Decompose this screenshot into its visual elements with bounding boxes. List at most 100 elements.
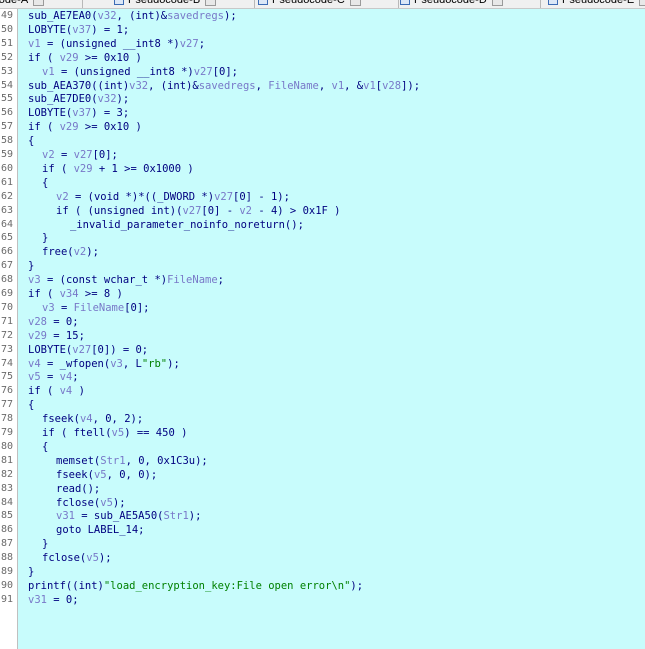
line-number: 62	[1, 191, 14, 202]
code-line[interactable]: }	[42, 231, 48, 245]
line-number: 58	[1, 135, 14, 146]
code-line[interactable]: fseek(v5, 0, 0);	[56, 468, 157, 482]
line-number: 91	[1, 594, 14, 605]
pseudocode-tab-icon	[114, 0, 124, 5]
code-line[interactable]: v3 = FileName[0];	[42, 301, 150, 315]
close-icon[interactable]	[639, 0, 645, 6]
code-line[interactable]: printf((int)"load_encryption_key:File op…	[28, 579, 363, 593]
line-number: 85	[1, 510, 14, 521]
line-number: 83	[1, 483, 14, 494]
code-line[interactable]: free(v2);	[42, 245, 99, 259]
line-number: 60	[1, 163, 14, 174]
code-line[interactable]: fclose(v5);	[56, 496, 126, 510]
code-line[interactable]: v28 = 0;	[28, 315, 79, 329]
line-number: 77	[1, 399, 14, 410]
tab-3[interactable]: Pseudocode-C	[258, 0, 361, 7]
line-number: 55	[1, 93, 14, 104]
code-line[interactable]: v1 = (unsigned __int8 *)v27[0];	[42, 65, 238, 79]
code-line[interactable]: v4 = _wfopen(v3, L"rb");	[28, 357, 180, 371]
code-line[interactable]: v5 = v4;	[28, 370, 79, 384]
code-line[interactable]: v2 = v27[0];	[42, 148, 118, 162]
tab-4[interactable]: Pseudocode-D	[400, 0, 503, 7]
code-line[interactable]: _invalid_parameter_noinfo_noreturn();	[70, 218, 304, 232]
code-line[interactable]: v2 = (void *)*((_DWORD *)v27[0] - 1);	[56, 190, 290, 204]
tab-label: Pseudocode-D	[414, 0, 487, 6]
line-number: 53	[1, 66, 14, 77]
code-line[interactable]: {	[28, 134, 34, 148]
code-line[interactable]: v1 = (unsigned __int8 *)v27;	[28, 37, 205, 51]
code-line[interactable]: {	[28, 398, 34, 412]
close-icon[interactable]	[205, 0, 217, 6]
line-number: 64	[1, 219, 14, 230]
pseudocode-view[interactable]: sub_AE7EA0(v32, (int)&savedregs); LOBYTE(…	[18, 9, 645, 649]
code-line[interactable]: v29 = 15;	[28, 329, 85, 343]
tab-label: Pseudocode-B	[128, 0, 201, 6]
line-number-gutter: 49 50 51 52 53 54 55 56 57 58 59 60 61 62 63 64 65 66 67 68…	[0, 9, 18, 649]
line-number: 84	[1, 497, 14, 508]
code-line[interactable]: if ( v29 >= 0x10 )	[28, 120, 142, 134]
line-number: 75	[1, 371, 14, 382]
line-number: 79	[1, 427, 14, 438]
code-line[interactable]: sub_AE7EA0(v32, (int)&savedregs);	[28, 9, 237, 23]
tab-label: Pseudocode-E	[562, 0, 635, 6]
code-line[interactable]: read();	[56, 482, 100, 496]
line-number: 57	[1, 121, 14, 132]
line-number: 76	[1, 385, 14, 396]
code-line[interactable]: if ( v29 + 1 >= 0x1000 )	[42, 162, 194, 176]
code-line[interactable]: if ( ftell(v5) == 450 )	[42, 426, 187, 440]
line-number: 63	[1, 205, 14, 216]
code-line[interactable]: v31 = 0;	[28, 593, 79, 607]
code-line[interactable]: {	[42, 440, 48, 454]
code-line[interactable]: sub_AEA370((int)v32, (int)&savedregs, Fi…	[28, 79, 420, 93]
line-number: 50	[1, 24, 14, 35]
code-line[interactable]: sub_AE7DE0(v32);	[28, 92, 129, 106]
code-line[interactable]: }	[42, 537, 48, 551]
line-number: 82	[1, 469, 14, 480]
pseudocode-tab-icon	[400, 0, 410, 5]
pseudocode-tab-icon	[548, 0, 558, 5]
pseudocode-tab-icon	[258, 0, 268, 5]
code-line[interactable]: v3 = (const wchar_t *)FileName;	[28, 273, 224, 287]
code-line[interactable]: memset(Str1, 0, 0x1C3u);	[56, 454, 208, 468]
line-number: 70	[1, 302, 14, 313]
line-number: 90	[1, 580, 14, 591]
code-line[interactable]: if ( (unsigned int)(v27[0] - v2 - 4) > 0…	[56, 204, 341, 218]
close-icon[interactable]	[349, 0, 361, 6]
line-number: 51	[1, 38, 14, 49]
line-number: 68	[1, 274, 14, 285]
tab-separator	[82, 0, 83, 8]
code-line[interactable]: if ( v34 >= 8 )	[28, 287, 123, 301]
tab-5[interactable]: Pseudocode-E	[548, 0, 645, 7]
tab-separator	[398, 0, 399, 8]
code-line[interactable]: if ( v29 >= 0x10 )	[28, 51, 142, 65]
code-line[interactable]: LOBYTE(v27[0]) = 0;	[28, 343, 148, 357]
line-number: 80	[1, 441, 14, 452]
tab-2[interactable]: Pseudocode-B	[114, 0, 217, 7]
line-number: 54	[1, 80, 14, 91]
code-line[interactable]: fseek(v4, 0, 2);	[42, 412, 143, 426]
tab-bar: Pseudocode-A Pseudocode-B Pseudocode-C Pseu…	[0, 0, 645, 9]
line-number: 81	[1, 455, 14, 466]
code-line[interactable]: }	[28, 259, 34, 273]
code-line[interactable]: goto LABEL_14;	[56, 523, 145, 537]
close-icon[interactable]	[33, 0, 45, 6]
code-line[interactable]: LOBYTE(v37) = 1;	[28, 23, 129, 37]
line-number: 89	[1, 566, 14, 577]
line-number: 72	[1, 330, 14, 341]
code-line[interactable]: v31 = sub_AE5A50(Str1);	[56, 509, 201, 523]
line-number: 69	[1, 288, 14, 299]
line-number: 56	[1, 107, 14, 118]
tab-separator	[540, 0, 541, 8]
code-line[interactable]: }	[28, 565, 34, 579]
line-number: 65	[1, 232, 14, 243]
line-number: 71	[1, 316, 14, 327]
line-number: 88	[1, 552, 14, 563]
line-number: 73	[1, 344, 14, 355]
code-line[interactable]: LOBYTE(v37) = 3;	[28, 106, 129, 120]
close-icon[interactable]	[491, 0, 503, 6]
code-line[interactable]: {	[42, 176, 48, 190]
code-line[interactable]: fclose(v5);	[42, 551, 112, 565]
line-number: 86	[1, 524, 14, 535]
code-line[interactable]: if ( v4 )	[28, 384, 85, 398]
tab-1[interactable]: Pseudocode-A	[0, 0, 45, 7]
